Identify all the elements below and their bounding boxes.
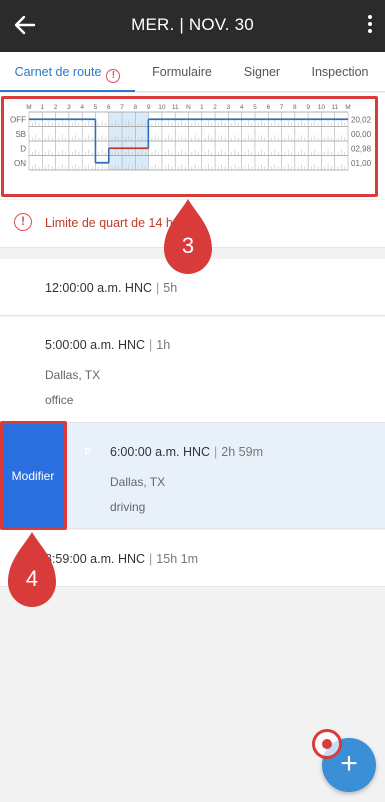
event-duration: 15h 1m [156, 552, 198, 566]
callout-highlight-box [1, 96, 378, 197]
page-title: MER. | NOV. 30 [131, 15, 254, 34]
event-note: driving [110, 500, 146, 514]
separator: | [156, 281, 160, 295]
callout-highlight-box [0, 421, 67, 530]
plus-icon: + [340, 747, 358, 780]
status-badge-driving: D [84, 446, 92, 456]
marker-pin-3: 3 [162, 197, 214, 277]
tab-label: Signer [243, 65, 281, 79]
separator: | [214, 445, 218, 459]
event-time-text: 8:59:00 a.m. HNC [45, 552, 146, 566]
status-badge-off: OFF [13, 283, 31, 293]
tab-label: Formulaire [152, 65, 212, 79]
event-time: 12:00:00 a.m. HNC | 5h [45, 281, 177, 295]
event-time: 5:00:00 a.m. HNC | 1h [45, 338, 170, 352]
tab-carnet-de-route[interactable]: Carnet de route! [0, 52, 135, 92]
event-duration: 5h [163, 281, 178, 295]
marker-pin-4: 4 [6, 530, 58, 610]
event-duration: 2h 59m [221, 445, 263, 459]
event-duration: 1h [156, 338, 171, 352]
more-vertical-icon[interactable] [367, 15, 373, 37]
event-location: Dallas, TX [110, 475, 166, 489]
status-badge-on: ON [15, 339, 29, 349]
event-time: 8:59:00 a.m. HNC | 15h 1m [45, 552, 198, 566]
tab-bar: Carnet de route! Formulaire Signer Inspe… [0, 52, 385, 92]
marker-number: 3 [181, 233, 195, 258]
alert-circle-icon: ! [106, 69, 121, 83]
event-location: Dallas, TX [45, 368, 101, 382]
separator: | [149, 552, 153, 566]
app-header: MER. | NOV. 30 [0, 0, 385, 52]
tab-signer[interactable]: Signer [232, 52, 292, 92]
tab-formulaire[interactable]: Formulaire [140, 52, 224, 92]
event-time-text: 6:00:00 a.m. HNC [110, 445, 211, 459]
separator: | [149, 338, 153, 352]
alert-circle-icon: ! [14, 213, 32, 231]
marker-number: 4 [25, 566, 39, 591]
event-time-text: 5:00:00 a.m. HNC [45, 338, 146, 352]
event-time-text: 12:00:00 a.m. HNC [45, 281, 152, 295]
tab-inspection[interactable]: Inspection [303, 52, 377, 92]
event-time: 6:00:00 a.m. HNC | 2h 59m [110, 445, 263, 459]
list-item[interactable]: ON 5:00:00 a.m. HNC | 1h Dallas, TX office [0, 317, 385, 423]
tab-label: Carnet de route [14, 65, 102, 79]
event-note: office [45, 393, 74, 407]
tab-label: Inspection [311, 65, 369, 79]
touch-indicator [312, 729, 342, 759]
